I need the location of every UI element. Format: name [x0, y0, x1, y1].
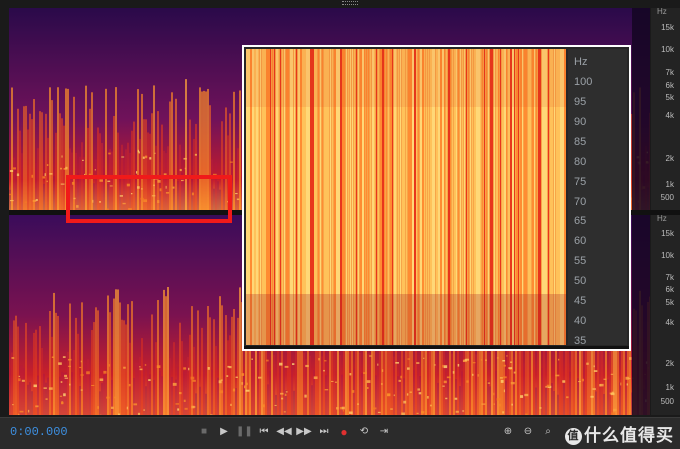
ruler-label: 15k [661, 229, 674, 238]
ruler-label: 2k [665, 359, 674, 368]
zoom-axis-label: 90 [574, 116, 587, 128]
zoom-axis-label: 60 [574, 235, 587, 247]
panel-resize-handle[interactable] [336, 0, 364, 6]
zoom-axis-label: 45 [574, 295, 587, 307]
zoom-axis-label: 100 [574, 76, 593, 88]
stop-icon: ■ [200, 426, 208, 437]
ruler-label: 500 [660, 397, 674, 406]
zoomed-spectrogram [246, 49, 566, 345]
zoom-in-amplitude-button[interactable]: ⊕ [500, 424, 516, 440]
zoom-selection-button[interactable]: ⌕ [540, 424, 556, 440]
go-to-end-button[interactable]: ⏭ [316, 424, 332, 440]
fast-forward-icon: ▶▶ [296, 426, 312, 437]
transport-controls-bar: 0:00.000 ■ ▶ ❚❚ ⏮ ◀◀ ▶▶ ⏭ ● ⟲ ⇥ ⊕ ⊖ ⌕ 值什… [0, 417, 680, 449]
highlight-selection-box [66, 175, 232, 223]
watermark-badge-icon: 值 [565, 428, 582, 445]
skip-selection-button[interactable]: ⇥ [376, 424, 392, 440]
ruler-label: 5k [665, 93, 674, 102]
rewind-icon: ◀◀ [276, 426, 292, 437]
ruler-label: 1k [665, 180, 674, 189]
zoom-axis-label: 70 [574, 196, 587, 208]
ruler-label: 6k [665, 285, 674, 294]
rewind-button[interactable]: ◀◀ [276, 424, 292, 440]
zoom-selection-icon: ⌕ [545, 426, 551, 437]
zoom-axis-label: 75 [574, 176, 587, 188]
skip-forward-icon: ⏭ [319, 426, 329, 437]
zoomed-frequency-axis: Hz 100 95 90 85 80 75 70 65 60 55 50 45 … [568, 49, 627, 347]
play-button[interactable]: ▶ [216, 424, 232, 440]
ruler-label: 7k [665, 273, 674, 282]
ruler-label: 2k [665, 154, 674, 163]
ruler-label: 4k [665, 111, 674, 120]
zoom-axis-unit: Hz [574, 56, 588, 68]
spectral-frequency-display[interactable]: Hz 15k 10k 7k 6k 5k 4k 2k 1k 500 Hz 15k … [0, 0, 680, 417]
frequency-ruler-left[interactable]: Hz 15k 10k 7k 6k 5k 4k 2k 1k 500 [651, 8, 680, 210]
zoomed-spectrogram-canvas [246, 49, 566, 345]
stop-button[interactable]: ■ [196, 424, 212, 440]
ruler-label: 5k [665, 298, 674, 307]
ruler-label: 4k [665, 318, 674, 327]
watermark-text: 什么值得买 [584, 426, 674, 445]
go-to-start-button[interactable]: ⏮ [256, 424, 272, 440]
skip-selection-icon: ⇥ [379, 426, 389, 437]
ruler-unit: Hz [657, 214, 667, 223]
zoom-axis-label: 85 [574, 136, 587, 148]
zoom-out-icon: ⊖ [523, 426, 533, 437]
ruler-unit: Hz [657, 7, 667, 16]
zoom-axis-label: 80 [574, 156, 587, 168]
skip-back-icon: ⏮ [259, 426, 269, 437]
zoom-axis-label: 65 [574, 215, 587, 227]
zoom-out-amplitude-button[interactable]: ⊖ [520, 424, 536, 440]
inset-bottom-edge [244, 346, 629, 349]
ruler-label: 10k [661, 45, 674, 54]
zoom-axis-label: 55 [574, 255, 587, 267]
current-time-display[interactable]: 0:00.000 [10, 425, 68, 439]
record-icon: ● [340, 425, 348, 439]
frequency-ruler-right[interactable]: Hz 15k 10k 7k 6k 5k 4k 2k 1k 500 [651, 215, 680, 415]
zoom-axis-label: 95 [574, 96, 587, 108]
site-watermark: 值什么值得买 [565, 421, 674, 446]
pause-icon: ❚❚ [236, 426, 253, 437]
ruler-label: 7k [665, 68, 674, 77]
zoom-in-icon: ⊕ [503, 426, 513, 437]
zoomed-detail-inset: Hz 100 95 90 85 80 75 70 65 60 55 50 45 … [242, 45, 631, 351]
zoom-axis-label: 40 [574, 315, 587, 327]
ruler-label: 10k [661, 251, 674, 260]
record-button[interactable]: ● [336, 424, 352, 440]
ruler-label: 500 [660, 193, 674, 202]
ruler-label: 15k [661, 23, 674, 32]
fast-forward-button[interactable]: ▶▶ [296, 424, 312, 440]
loop-playback-button[interactable]: ⟲ [356, 424, 372, 440]
pause-button[interactable]: ❚❚ [236, 424, 253, 440]
play-icon: ▶ [220, 426, 228, 437]
zoom-axis-label: 50 [574, 275, 587, 287]
ruler-label: 6k [665, 81, 674, 90]
loop-icon: ⟲ [359, 426, 369, 437]
ruler-label: 1k [665, 383, 674, 392]
